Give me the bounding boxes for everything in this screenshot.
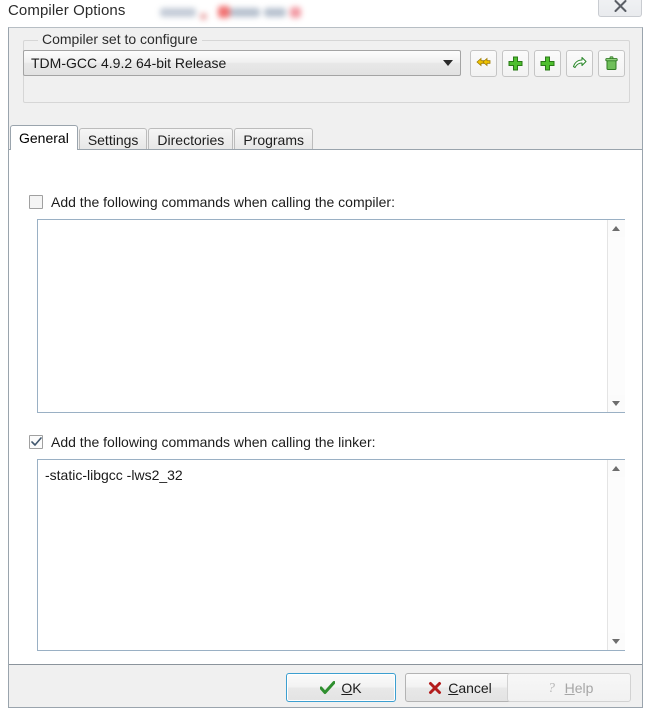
title-bar: Compiler Options (0, 0, 651, 27)
green-trash-icon (603, 55, 620, 72)
compiler-commands-label: Add the following commands when calling … (51, 194, 395, 210)
green-plus-icon (539, 55, 556, 72)
linker-commands-scrollbar[interactable] (607, 460, 625, 650)
groupbox-legend: Compiler set to configure (38, 31, 202, 47)
tab-programs-label: Programs (243, 131, 304, 148)
tab-settings-label: Settings (87, 131, 139, 148)
linker-commands-checkbox-row[interactable]: Add the following commands when calling … (29, 434, 376, 450)
scrollbar-track[interactable] (607, 237, 625, 395)
ok-button-label: OK (341, 679, 362, 696)
tab-programs[interactable]: Programs (234, 128, 313, 150)
redacted-title-suffix (160, 4, 318, 22)
general-tab-panel: Add the following commands when calling … (9, 149, 642, 664)
cancel-button[interactable]: Cancel (405, 673, 515, 702)
tab-directories-label: Directories (157, 131, 225, 148)
tab-general-label: General (19, 130, 69, 146)
compiler-commands-checkbox[interactable] (29, 195, 43, 209)
yellow-double-arrow-icon (475, 55, 492, 72)
close-button[interactable] (598, 0, 642, 17)
window-title: Compiler Options (8, 2, 126, 19)
linker-commands-checkbox[interactable] (29, 435, 43, 449)
compiler-set-combobox[interactable]: TDM-GCC 4.9.2 64-bit Release (23, 50, 461, 76)
red-x-icon (428, 681, 442, 695)
compiler-options-window: Compiler Options Compiler set to configu… (0, 0, 651, 716)
compiler-set-toolbar (470, 50, 625, 77)
compiler-commands-text[interactable] (38, 220, 607, 412)
duplicate-compiler-set-button[interactable] (534, 50, 561, 77)
help-button-label: Help (564, 679, 594, 696)
scroll-down-icon[interactable] (607, 633, 625, 650)
linker-commands-text[interactable]: -static-libgcc -lws2_32 (38, 460, 607, 650)
compiler-commands-scrollbar[interactable] (607, 220, 625, 412)
cancel-button-label: Cancel (448, 679, 492, 696)
tab-general[interactable]: General (10, 125, 78, 150)
question-mark-icon: ? (545, 680, 559, 695)
linker-commands-label: Add the following commands when calling … (51, 434, 376, 450)
add-compiler-set-button[interactable] (502, 50, 529, 77)
scrollbar-track[interactable] (607, 477, 625, 633)
ok-button[interactable]: OK (286, 673, 396, 702)
dialog-button-bar: OK Cancel ? Help (9, 664, 642, 707)
rename-compiler-set-button[interactable] (566, 50, 593, 77)
compiler-commands-textarea[interactable] (37, 219, 625, 413)
help-button[interactable]: ? Help (507, 673, 631, 702)
scroll-down-icon[interactable] (607, 395, 625, 412)
green-plus-icon (507, 55, 524, 72)
svg-text:?: ? (548, 681, 555, 695)
delete-compiler-set-button[interactable] (598, 50, 625, 77)
scroll-up-icon[interactable] (607, 460, 625, 477)
tab-strip: General Settings Directories Programs (9, 125, 642, 150)
scroll-up-icon[interactable] (607, 220, 625, 237)
dialog-body: Compiler set to configure TDM-GCC 4.9.2 … (8, 27, 643, 708)
chevron-down-icon[interactable] (436, 60, 460, 66)
tab-settings[interactable]: Settings (78, 128, 148, 150)
tab-directories[interactable]: Directories (148, 128, 234, 150)
linker-commands-textarea[interactable]: -static-libgcc -lws2_32 (37, 459, 625, 651)
green-check-icon (320, 680, 336, 695)
close-icon (612, 0, 629, 14)
compiler-commands-checkbox-row[interactable]: Add the following commands when calling … (29, 194, 395, 210)
copy-compiler-set-button[interactable] (470, 50, 497, 77)
green-arrow-icon (571, 55, 588, 72)
compiler-set-value: TDM-GCC 4.9.2 64-bit Release (31, 55, 227, 71)
